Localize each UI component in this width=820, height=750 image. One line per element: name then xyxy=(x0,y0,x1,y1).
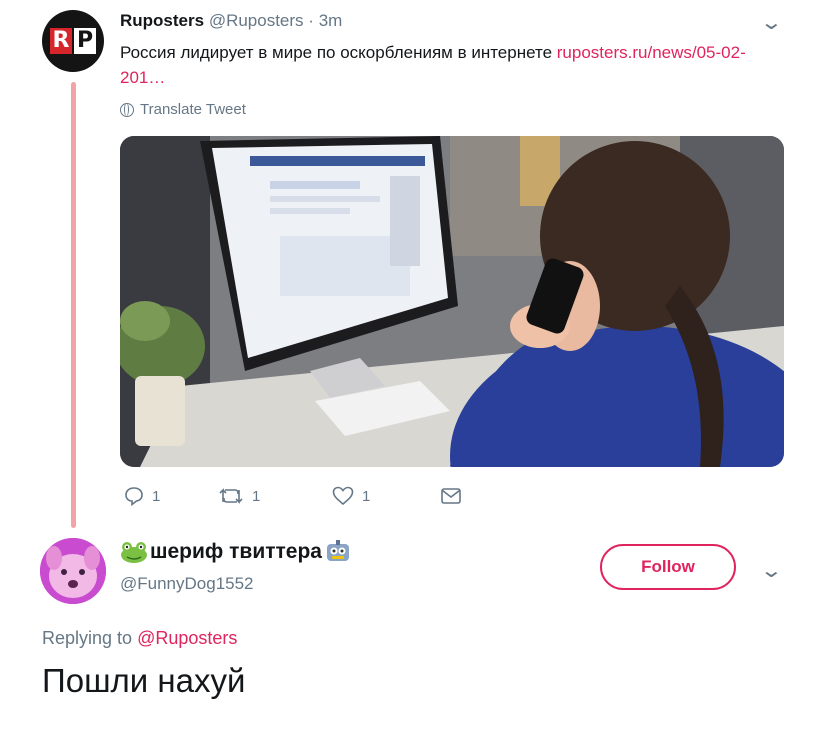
like-action[interactable]: 1 xyxy=(332,486,370,506)
parent-tweet-header: Ruposters @Ruposters · 3m xyxy=(120,11,342,31)
heart-icon xyxy=(332,486,354,506)
reply-author-name-text: шериф твиттера xyxy=(150,540,322,563)
retweet-count: 1 xyxy=(252,487,261,505)
author-handle[interactable]: @Ruposters xyxy=(209,11,304,30)
tweet-body: Россия лидирует в мире по оскорблениям в… xyxy=(120,43,557,62)
replying-prefix: Replying to xyxy=(42,628,138,648)
chevron-down-icon[interactable]: ⌄ xyxy=(760,10,783,35)
tweet-photo[interactable] xyxy=(120,136,784,467)
like-count: 1 xyxy=(362,487,371,505)
chevron-down-icon[interactable]: ⌄ xyxy=(760,558,783,583)
reply-icon xyxy=(125,487,143,506)
office-photo-illustration xyxy=(120,136,784,467)
translate-tweet-link[interactable]: Translate Tweet xyxy=(120,101,246,118)
reply-action[interactable]: 1 xyxy=(124,486,160,506)
replying-to-line: Replying to @Ruposters xyxy=(42,628,237,649)
retweet-action[interactable]: 1 xyxy=(218,486,260,506)
funnydog-avatar[interactable] xyxy=(40,538,106,604)
dm-action[interactable] xyxy=(440,486,462,506)
avatar-letter-p: P xyxy=(74,28,96,54)
retweet-icon xyxy=(219,488,243,504)
robot-emoji-icon xyxy=(327,540,349,561)
replying-to-mention[interactable]: @Ruposters xyxy=(137,628,237,648)
avatar-letter-r: R xyxy=(50,28,72,54)
meta-separator: · xyxy=(308,11,314,30)
reply-author-handle[interactable]: @FunnyDog1552 xyxy=(120,574,254,594)
translate-label: Translate Tweet xyxy=(140,101,246,118)
frog-emoji-icon xyxy=(121,542,147,563)
thread-line xyxy=(71,82,76,528)
globe-icon xyxy=(120,102,134,117)
reply-count: 1 xyxy=(152,487,161,505)
reply-tweet-text: Пошли нахуй xyxy=(42,662,246,699)
author-name[interactable]: Ruposters xyxy=(120,11,204,30)
dog-avatar-image xyxy=(40,538,106,604)
reply-author-name[interactable]: шериф твиттера xyxy=(120,540,352,564)
parent-tweet-text: Россия лидирует в мире по оскорблениям в… xyxy=(120,40,770,90)
follow-button[interactable]: Follow xyxy=(600,544,736,590)
tweet-time[interactable]: 3m xyxy=(319,11,343,30)
envelope-icon xyxy=(441,488,461,504)
ruposters-avatar[interactable]: R P xyxy=(42,10,104,72)
